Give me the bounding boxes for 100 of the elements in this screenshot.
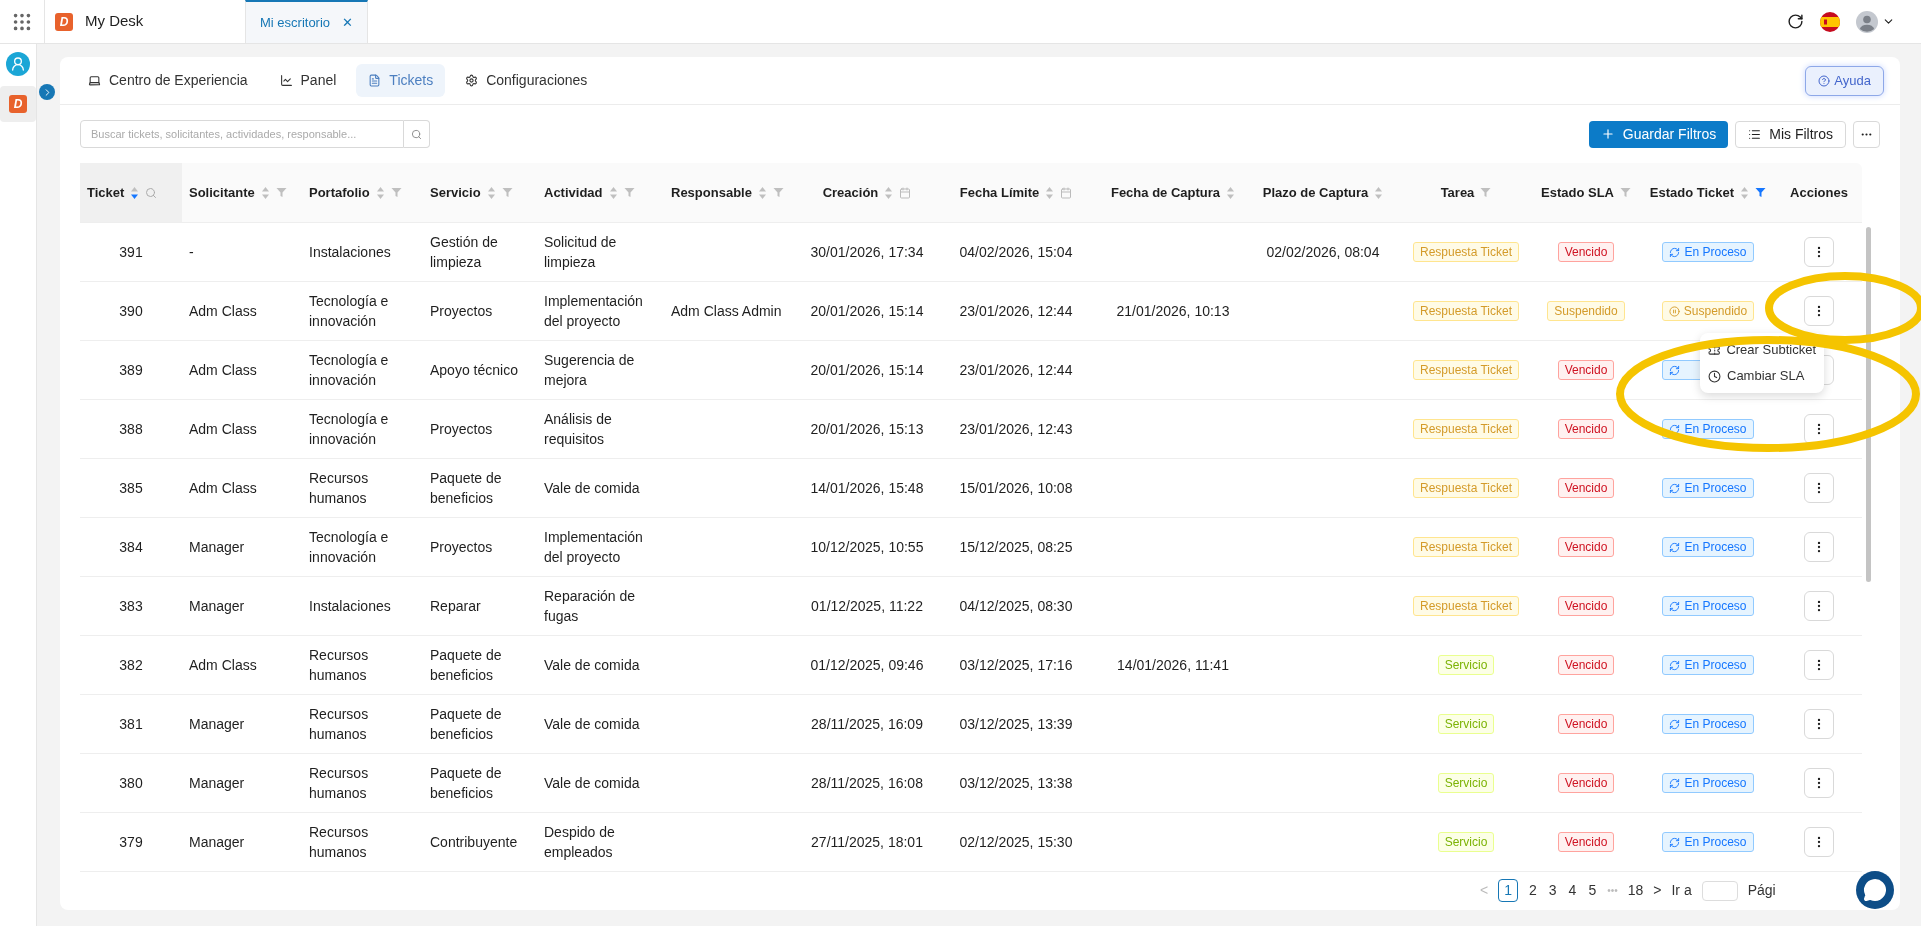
table-cell-text: Paquete de beneficios [430, 705, 503, 744]
table-cell-text: 04/12/2025, 08:30 [959, 597, 1073, 616]
table-cell-text: Reparar [430, 597, 481, 616]
table-row[interactable]: 383 Manager Instalaciones Reparar Reparación de fugas 01/12/2025, 11:22 04/12/2025, 08:30 Respuesta Ticket Vencido En Proceso [80, 577, 1862, 636]
task-tag: Respuesta Ticket [1412, 360, 1519, 380]
page-number[interactable]: 18 [1627, 880, 1644, 901]
nav-tab[interactable]: Tickets [356, 64, 446, 97]
table-cell-text: Instalaciones [309, 243, 391, 262]
table-row[interactable]: 379 Manager Recursos humanos Contribuyente Despido de empleados 27/11/2025, 18:01 02/12/2025, 15:30 Servicio Vencido En Proceso [80, 813, 1862, 872]
table-cell-text: 389 [119, 361, 143, 380]
task-tag: Respuesta Ticket [1412, 478, 1519, 498]
sla-status-tag: Vencido [1557, 773, 1615, 793]
table-row[interactable]: 391 - Instalaciones Gestión de limpieza Solicitud de limpieza 30/01/2026, 17:34 04/02/2026, 15:04 02/02/2026, 08:04 Respuesta Ticket Vencido En Proceso [80, 223, 1862, 282]
table-cell-text: Tecnología e innovación [309, 528, 390, 567]
table-cell-text: 384 [119, 538, 143, 557]
table-cell-text: 02/02/2026, 08:04 [1266, 243, 1380, 262]
table-cell-text: - [189, 243, 194, 262]
table-cell-text: Vale de comida [544, 774, 640, 793]
ticket-status-tag: En Proceso [1662, 242, 1754, 262]
sla-status-tag: Vencido [1557, 360, 1615, 380]
table-cell-text: 27/11/2025, 18:01 [811, 833, 923, 852]
sla-status-tag: Vencido [1557, 242, 1615, 262]
table-cell-text: 21/01/2026, 10:13 [1116, 302, 1230, 321]
table-cell-text: 20/01/2026, 15:13 [810, 420, 924, 439]
nav-tab[interactable]: Centro de Experiencia [76, 64, 260, 97]
table-cell-text: 391 [119, 243, 143, 262]
table-row[interactable]: 381 Manager Recursos humanos Paquete de beneficios Vale de comida 28/11/2025, 16:09 03/12/2025, 13:39 Servicio Vencido En Proceso [80, 695, 1862, 754]
table-cell-text: 04/02/2026, 15:04 [959, 243, 1073, 262]
page-number[interactable]: 3 [1547, 880, 1558, 901]
ticket-status-tag: En Proceso [1662, 537, 1754, 557]
page-number[interactable]: 1 [1498, 879, 1518, 902]
nav-tab[interactable]: Configuraciones [453, 64, 600, 97]
table-cell-text: Proyectos [430, 420, 493, 439]
column-header: Fecha de Captura [1110, 183, 1221, 202]
table-cell-text: Recursos humanos [309, 764, 370, 803]
table-cell-text: 383 [119, 597, 143, 616]
table-cell-text: 10/12/2025, 10:55 [810, 538, 924, 557]
task-tag: Respuesta Ticket [1412, 242, 1519, 262]
table-cell-text: Recursos humanos [309, 705, 370, 744]
window-tab[interactable]: Mi escritorio ✕ [245, 0, 369, 43]
table-cell-text: 14/01/2026, 15:48 [810, 479, 924, 498]
table-cell-text: Adm Class [189, 479, 257, 498]
table-cell-text: Solicitud de limpieza [544, 233, 618, 272]
table-cell-text: Vale de comida [544, 715, 640, 734]
table-cell-text: 01/12/2025, 11:22 [811, 597, 923, 616]
next-page[interactable]: > [1653, 880, 1662, 901]
sla-status-tag: Vencido [1557, 478, 1615, 498]
table-cell-text: Recursos humanos [309, 469, 370, 508]
sla-status-tag: Suspendido [1547, 301, 1625, 321]
page-number[interactable]: 2 [1528, 880, 1538, 901]
table-cell-text: 20/01/2026, 15:14 [810, 302, 924, 321]
page-label: Pági [1747, 881, 1776, 900]
save-filters-button[interactable]: Guardar Filtros [1588, 120, 1729, 148]
table-cell-text: 382 [119, 656, 143, 675]
column-header: Servicio [430, 183, 481, 202]
ticket-status-tag: En Proceso [1662, 832, 1754, 852]
table-cell-text: 380 [119, 774, 143, 793]
table-cell-text: 388 [119, 420, 143, 439]
ticket-status-tag: En Proceso [1662, 596, 1754, 616]
table-cell-text: 390 [119, 302, 143, 321]
ticket-status-tag: En Proceso [1662, 478, 1754, 498]
page-number[interactable]: 4 [1567, 880, 1578, 901]
nav-tab[interactable]: Panel [267, 64, 349, 97]
table-cell-text: 03/12/2025, 13:39 [959, 715, 1073, 734]
table-cell-text: Despido de empleados [544, 823, 616, 862]
table-cell-text: Recursos humanos [309, 646, 370, 685]
table-cell-text: Implementación del proyecto [544, 528, 644, 567]
my-filters-button[interactable]: Mis Filtros [1735, 120, 1846, 148]
table-cell-text: Recursos humanos [309, 823, 370, 862]
column-header: Estado Ticket [1649, 183, 1735, 202]
table-cell-text: 02/12/2025, 15:30 [959, 833, 1073, 852]
table-row[interactable]: 384 Manager Tecnología e innovación Proyectos Implementación del proyecto 10/12/2025, 10:55 15/12/2025, 08:25 Respuesta Ticket Vencido En Proceso [80, 518, 1862, 577]
table-cell-text: 23/01/2026, 12:44 [959, 361, 1073, 380]
table-row[interactable]: 380 Manager Recursos humanos Paquete de beneficios Vale de comida 28/11/2025, 16:08 03/12/2025, 13:38 Servicio Vencido En Proceso [80, 754, 1862, 813]
menu-item[interactable]: Cambiar SLA [1700, 363, 1824, 389]
table-cell-text: Instalaciones [309, 597, 391, 616]
table-row[interactable]: 388 Adm Class Tecnología e innovación Proyectos Análisis de requisitos 20/01/2026, 15:13 23/01/2026, 12:43 Respuesta Ticket Vencido En Proceso [80, 400, 1862, 459]
column-header: Solicitante [189, 183, 255, 202]
table-cell-text: 23/01/2026, 12:43 [959, 420, 1073, 439]
task-tag: Respuesta Ticket [1412, 301, 1519, 321]
task-tag: Respuesta Ticket [1412, 596, 1519, 616]
help-button[interactable]: Ayuda [1805, 65, 1884, 96]
ticket-status-tag: Suspendido [1661, 301, 1755, 321]
ticket-status-tag: En Proceso [1662, 773, 1754, 793]
task-tag: Servicio [1437, 655, 1495, 675]
task-tag: Respuesta Ticket [1412, 537, 1519, 557]
table-cell-text: 30/01/2026, 17:34 [810, 243, 924, 262]
close-icon[interactable]: ✕ [342, 12, 354, 33]
sla-status-tag: Vencido [1557, 419, 1615, 439]
table-row[interactable]: 390 Adm Class Tecnología e innovación Proyectos Implementación del proyecto Adm Class Admin 20/01/2026, 15:14 23/01/2026, 12:44 21/01/2026, 10:13 Respuesta Ticket Suspendido Suspendido [80, 282, 1862, 341]
search-field[interactable]: Buscar tickets, solicitantes, actividades, responsable... [80, 120, 404, 148]
table-row[interactable]: 382 Adm Class Recursos humanos Paquete de beneficios Vale de comida 01/12/2025, 09:46 03/12/2025, 17:16 14/01/2026, 11:41 Servicio Vencido En Proceso [80, 636, 1862, 695]
table-cell-text: 15/01/2026, 10:08 [959, 479, 1073, 498]
page-number[interactable]: 5 [1587, 880, 1598, 901]
table-row[interactable]: 385 Adm Class Recursos humanos Paquete de beneficios Vale de comida 14/01/2026, 15:48 15/01/2026, 10:08 Respuesta Ticket Vencido En Proceso [80, 459, 1862, 518]
table-cell-text: 28/11/2025, 16:09 [811, 715, 923, 734]
column-header: Estado SLA [1541, 183, 1614, 202]
table-cell-text: Vale de comida [544, 656, 640, 675]
table-cell-text: Adm Class Admin [671, 302, 782, 321]
table-cell-text: 01/12/2025, 09:46 [810, 656, 924, 675]
